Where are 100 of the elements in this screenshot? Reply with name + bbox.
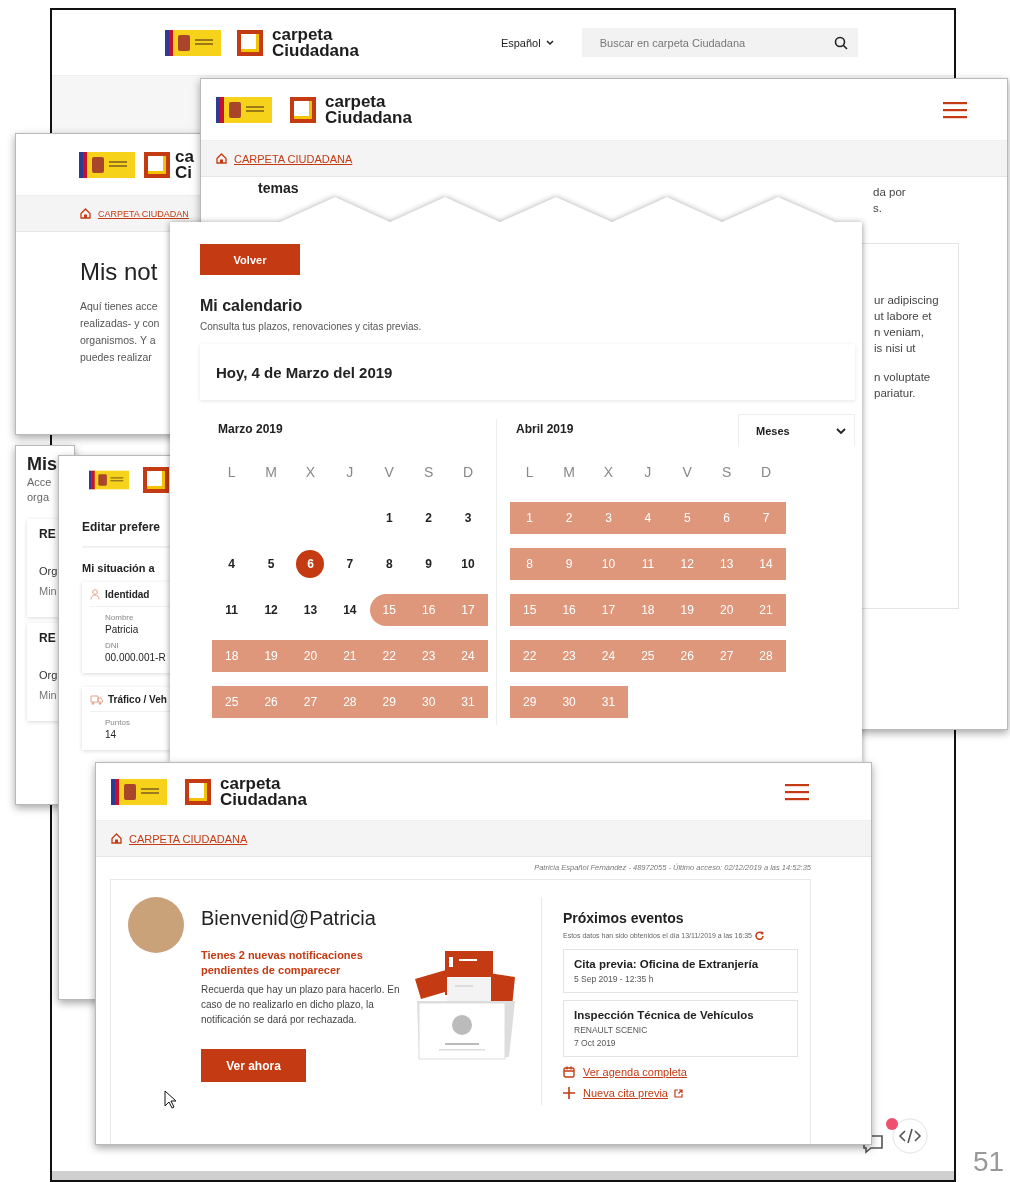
- calendar-day[interactable]: 2: [408, 502, 449, 534]
- calendar-day[interactable]: 15: [369, 594, 409, 626]
- calendar-day[interactable]: 24: [448, 640, 488, 672]
- language-selector[interactable]: Español: [500, 36, 554, 49]
- calendar-day[interactable]: 27: [290, 686, 331, 718]
- calendar-day[interactable]: 14: [746, 548, 786, 580]
- weekday-label: D: [759, 464, 773, 480]
- calendar-day[interactable]: 3: [588, 502, 629, 534]
- weekday-label: M: [562, 464, 576, 480]
- calendar-day[interactable]: 3: [448, 502, 488, 534]
- agenda-link[interactable]: Nueva cita previa: [583, 1087, 683, 1099]
- search-field[interactable]: Buscar en carpeta Ciudadana: [581, 28, 858, 57]
- calendar-day[interactable]: 6: [296, 550, 325, 578]
- calendar-day[interactable]: 28: [746, 640, 786, 672]
- breadcrumb-link[interactable]: CARPETA CIUDADANA: [234, 152, 353, 165]
- paragraph-line: Acce: [27, 475, 53, 490]
- calendar-day[interactable]: 5: [667, 502, 707, 534]
- calendar-day[interactable]: 23: [549, 640, 589, 672]
- calendar-day[interactable]: 12: [667, 548, 707, 580]
- calendar-day[interactable]: 2: [549, 502, 589, 534]
- home-icon: [111, 833, 122, 844]
- calendar-day[interactable]: 27: [706, 640, 747, 672]
- event-card[interactable]: Inspección Técnica de Vehículos RENAULT SCENIC 7 Oct 2019: [563, 1000, 798, 1057]
- calendar-day[interactable]: 11: [628, 548, 668, 580]
- calendar-day[interactable]: 21: [330, 640, 370, 672]
- calendar-day[interactable]: 13: [290, 594, 331, 626]
- calendar-day[interactable]: 29: [369, 686, 409, 718]
- calendar-day[interactable]: 14: [330, 594, 370, 626]
- calendar-day[interactable]: 16: [549, 594, 589, 626]
- square-logo-icon: [290, 96, 316, 123]
- month-title: Marzo 2019: [218, 421, 283, 438]
- calendar-day[interactable]: 1: [369, 502, 409, 534]
- logo-text: Ci: [175, 164, 193, 181]
- calendar-day[interactable]: 18: [212, 640, 252, 672]
- calendar-day[interactable]: 17: [588, 594, 629, 626]
- view-dropdown[interactable]: Meses: [738, 414, 855, 447]
- calendar-day[interactable]: 9: [549, 548, 589, 580]
- calendar-day[interactable]: 10: [448, 548, 488, 580]
- calendar-day[interactable]: 8: [369, 548, 409, 580]
- section-title: Próximos eventos: [563, 910, 685, 926]
- back-button[interactable]: Volver: [200, 244, 300, 275]
- card-text: Min: [39, 689, 58, 701]
- calendar-day[interactable]: 17: [448, 594, 488, 626]
- calendar-day[interactable]: 7: [746, 502, 786, 534]
- calendar-day[interactable]: 4: [212, 548, 252, 580]
- slide-number: 51: [973, 1146, 1005, 1178]
- paragraph-line: ur adipiscing: [874, 293, 940, 308]
- menu-icon[interactable]: [943, 99, 967, 120]
- calendar-day[interactable]: 9: [408, 548, 449, 580]
- calendar-day[interactable]: 31: [448, 686, 488, 718]
- calendar-day[interactable]: 12: [251, 594, 291, 626]
- search-icon[interactable]: [833, 35, 848, 50]
- card-heading: RE: [39, 631, 57, 645]
- calendar-day[interactable]: 28: [330, 686, 370, 718]
- weekday-label: L: [524, 464, 535, 480]
- field-label: DNI: [105, 641, 120, 650]
- calendar-day[interactable]: 22: [369, 640, 409, 672]
- calendar-day[interactable]: 11: [212, 594, 252, 626]
- calendar-day[interactable]: 7: [330, 548, 370, 580]
- calendar-day[interactable]: 13: [706, 548, 747, 580]
- mouse-pointer-icon: [164, 1090, 177, 1109]
- calendar-day[interactable]: 20: [706, 594, 747, 626]
- calendar-day[interactable]: 18: [628, 594, 668, 626]
- calendar-day[interactable]: 10: [588, 548, 629, 580]
- refresh-icon[interactable]: [755, 931, 764, 940]
- calendar-day[interactable]: 8: [510, 548, 550, 580]
- calendar-day[interactable]: 19: [667, 594, 707, 626]
- menu-icon[interactable]: [785, 781, 809, 802]
- calendar-day[interactable]: 31: [588, 686, 629, 718]
- calendar-day[interactable]: 26: [667, 640, 707, 672]
- view-now-button[interactable]: Ver ahora: [201, 1049, 306, 1082]
- event-detail: 5 Sep 2019 - 12:35 h: [574, 973, 655, 986]
- code-icon[interactable]: [892, 1118, 928, 1154]
- calendar-day[interactable]: 20: [290, 640, 331, 672]
- breadcrumb-link[interactable]: CARPETA CIUDADANA: [129, 832, 248, 845]
- calendar-day[interactable]: 6: [706, 502, 747, 534]
- avatar-photo-placeholder: [128, 897, 184, 953]
- truck-icon: [90, 694, 103, 705]
- calendar-day[interactable]: 25: [628, 640, 668, 672]
- calendar-day[interactable]: 23: [408, 640, 449, 672]
- calendar-day[interactable]: 30: [408, 686, 449, 718]
- breadcrumb-link[interactable]: CARPETA CIUDADAN: [98, 208, 189, 219]
- calendar-day[interactable]: 30: [549, 686, 589, 718]
- agenda-link[interactable]: Ver agenda completa: [583, 1066, 687, 1078]
- weekday-label: V: [383, 464, 395, 480]
- calendar-day[interactable]: 5: [251, 548, 291, 580]
- calendar-day[interactable]: 15: [510, 594, 550, 626]
- calendar-day[interactable]: 1: [510, 502, 550, 534]
- calendar-day[interactable]: 29: [510, 686, 550, 718]
- calendar-day[interactable]: 19: [251, 640, 291, 672]
- event-card[interactable]: Cita previa: Oficina de Extranjería 5 Sep 2019 - 12:35 h: [563, 949, 798, 993]
- horizontal-scrollbar[interactable]: [52, 1171, 954, 1180]
- calendar-day[interactable]: 24: [588, 640, 629, 672]
- paragraph-line: orga: [27, 490, 51, 505]
- calendar-day[interactable]: 4: [628, 502, 668, 534]
- calendar-day[interactable]: 22: [510, 640, 550, 672]
- calendar-day[interactable]: 21: [746, 594, 786, 626]
- calendar-day[interactable]: 16: [408, 594, 449, 626]
- calendar-day[interactable]: 25: [212, 686, 252, 718]
- calendar-day[interactable]: 26: [251, 686, 291, 718]
